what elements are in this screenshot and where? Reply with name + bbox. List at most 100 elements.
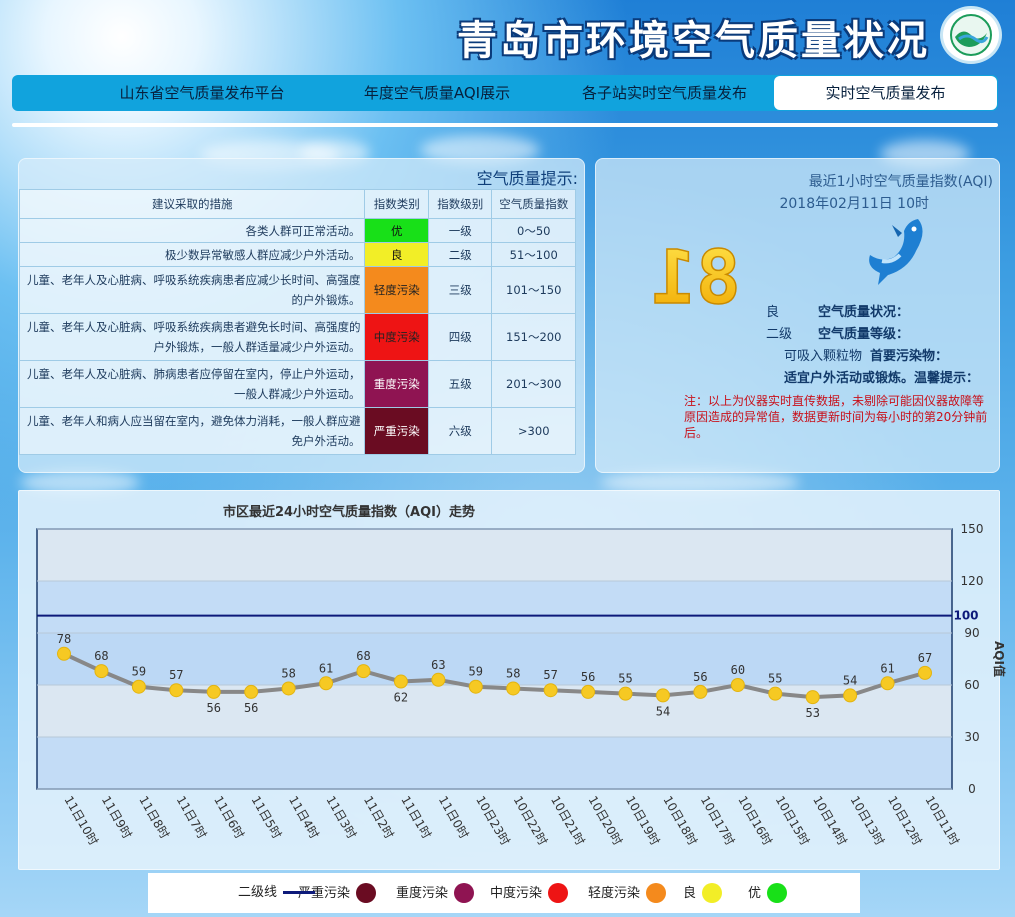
legend-item-reference-line: 二级线	[238, 883, 316, 903]
data-label: 55	[768, 672, 782, 686]
legend-label: 二级线	[238, 885, 278, 900]
tab-substation-realtime[interactable]: 各子站实时空气质量发布	[557, 75, 772, 111]
range-cell: 51～100	[491, 242, 576, 267]
data-point	[206, 684, 221, 699]
pollutant-value: 可吸入颗粒物	[784, 349, 863, 364]
pollutant-label: 首要污染物：	[870, 349, 949, 364]
data-point	[543, 683, 558, 698]
x-tick-label: 10日23时	[473, 794, 512, 848]
legend-label: 良	[683, 885, 697, 901]
category-cell: 严重污染	[364, 407, 429, 455]
data-label: 62	[394, 691, 408, 705]
x-tick-label: 11日6时	[211, 794, 247, 842]
aqi-time: 2018年02月11日 10时	[779, 196, 929, 212]
x-tick-label: 10日11时	[922, 794, 961, 848]
data-point	[244, 684, 259, 699]
y-tick-label: 120	[961, 574, 984, 588]
legend-label: 中度污染	[490, 885, 543, 901]
x-tick-label: 10日12时	[885, 794, 924, 848]
data-point	[730, 678, 745, 692]
x-tick-label: 10日20时	[585, 794, 624, 848]
tip-line: 适宜户外活动或锻炼。温馨提示：	[784, 367, 979, 386]
data-point	[131, 679, 146, 694]
x-tick-label: 11日9时	[99, 794, 135, 842]
chart-band	[37, 581, 952, 633]
data-label: 68	[94, 649, 108, 663]
advice-cell: 儿童、老年人和病人应当留在室内，避免体力消耗，一般人群应避免户外活动。	[18, 407, 366, 455]
range-cell: 201～300	[491, 360, 576, 408]
level-label: 空气质量等级：	[818, 327, 910, 342]
aqi-level-row: 儿童、老年人及心脏病、呼吸系统疾病患者应减少长时间、高强度的户外锻炼。 轻度污染三…	[18, 266, 576, 314]
tab-realtime[interactable]: 实时空气质量发布	[774, 76, 997, 110]
data-point	[880, 676, 895, 691]
legend-line-swatch	[283, 891, 316, 894]
environment-logo-icon	[940, 6, 1002, 64]
data-point	[581, 684, 596, 699]
header-category: 指数类别	[364, 189, 429, 219]
data-point	[805, 690, 820, 705]
data-label: 58	[506, 666, 520, 680]
svg-text:81: 81	[651, 239, 740, 314]
range-cell: >300	[491, 407, 576, 455]
data-label: 56	[207, 701, 221, 715]
tab-province-platform[interactable]: 山东省空气质量发布平台	[72, 75, 332, 111]
range-cell: 101～150	[491, 266, 576, 314]
chart-band	[37, 529, 952, 581]
data-label: 59	[132, 665, 146, 679]
level-cell: 五级	[427, 360, 493, 408]
data-label: 68	[356, 649, 370, 663]
advice-cell: 各类人群可正常活动。	[18, 218, 366, 243]
air-quality-hint-panel: 空气质量提示: 建议采取的措施 指数类别 指数级别 空气质量指数 各类人群可正常…	[18, 158, 585, 473]
x-tick-label: 11日1时	[398, 794, 434, 842]
x-tick-label: 10日15时	[773, 794, 812, 848]
x-tick-label: 11日2时	[361, 794, 397, 842]
x-tick-label: 10日13时	[848, 794, 887, 848]
quality-level-line: 二级 空气质量等级：	[766, 323, 909, 342]
data-point	[57, 646, 71, 661]
data-point	[169, 683, 184, 698]
aqi-heading: 最近1小时空气质量指数(AQI)	[808, 174, 993, 190]
legend-swatch	[548, 883, 569, 903]
data-point	[94, 664, 109, 679]
x-tick-label: 10日17时	[698, 794, 737, 848]
data-point	[693, 684, 708, 699]
aqi-level-row: 儿童、老年人及心脏病、呼吸系统疾病患者避免长时间、高强度的户外锻炼，一般人群适量…	[18, 313, 576, 361]
level-cell: 三级	[427, 266, 493, 314]
header-range: 空气质量指数	[491, 189, 576, 219]
primary-pollutant-line: 可吸入颗粒物 首要污染物：	[784, 345, 948, 364]
chart-legend: 优良轻度污染 中度污染 重度污染 严重污染 二级线	[148, 873, 860, 913]
quality-status-line: 良 空气质量状况：	[766, 301, 909, 320]
data-point	[918, 665, 932, 680]
tab-annual-aqi[interactable]: 年度空气质量AQI展示	[322, 75, 552, 111]
range-cell: 0～50	[491, 218, 576, 243]
range-cell: 151～200	[491, 313, 576, 361]
aqi-level-row: 各类人群可正常活动。优一级 0～50	[18, 218, 576, 243]
current-aqi-panel: 最近1小时空气质量指数(AQI) 2018年02月11日 10时 81 良空气质…	[595, 158, 1000, 473]
data-label: 55	[618, 672, 632, 686]
legend-swatch	[767, 883, 788, 903]
advice-cell: 儿童、老年人及心脏病、呼吸系统疾病患者应减少长时间、高强度的户外锻炼。	[18, 266, 366, 314]
table-header-row: 建议采取的措施 指数类别 指数级别 空气质量指数	[18, 189, 576, 219]
data-point	[356, 664, 371, 679]
hint-panel-title: 空气质量提示:	[476, 169, 578, 188]
x-tick-label: 10日19时	[623, 794, 662, 848]
aqi-line-chart: 0 30 60 90 120 150 100 AQI值 78 11日10时 68 11日9时 59 11日…	[36, 522, 1007, 848]
legend-item: 中度污染	[490, 883, 569, 903]
x-tick-label: 10日14时	[810, 794, 849, 848]
data-label: 78	[57, 632, 71, 646]
data-point	[768, 686, 783, 701]
tip-label: 温馨提示：	[914, 371, 980, 386]
legend-item: 优	[748, 883, 788, 903]
data-point	[319, 676, 334, 691]
data-point	[618, 686, 633, 701]
level-cell: 四级	[427, 313, 493, 361]
category-cell: 重度污染	[364, 360, 429, 408]
page-title: 青岛市环境空气质量状况	[457, 17, 930, 64]
x-tick-label: 11日4时	[286, 794, 322, 842]
aqi-trend-chart-panel: 市区最近24小时空气质量指数（AQI）走势 0 30 60 90 120 150 100 AQ…	[18, 490, 1007, 870]
data-label: 59	[469, 665, 483, 679]
advice-cell: 儿童、老年人及心脏病、呼吸系统疾病患者避免长时间、高强度的户外锻炼，一般人群适量…	[18, 313, 366, 361]
y-tick-label: 0	[968, 782, 976, 796]
legend-item: 良	[683, 883, 723, 903]
legend-label: 重度污染	[396, 885, 449, 901]
